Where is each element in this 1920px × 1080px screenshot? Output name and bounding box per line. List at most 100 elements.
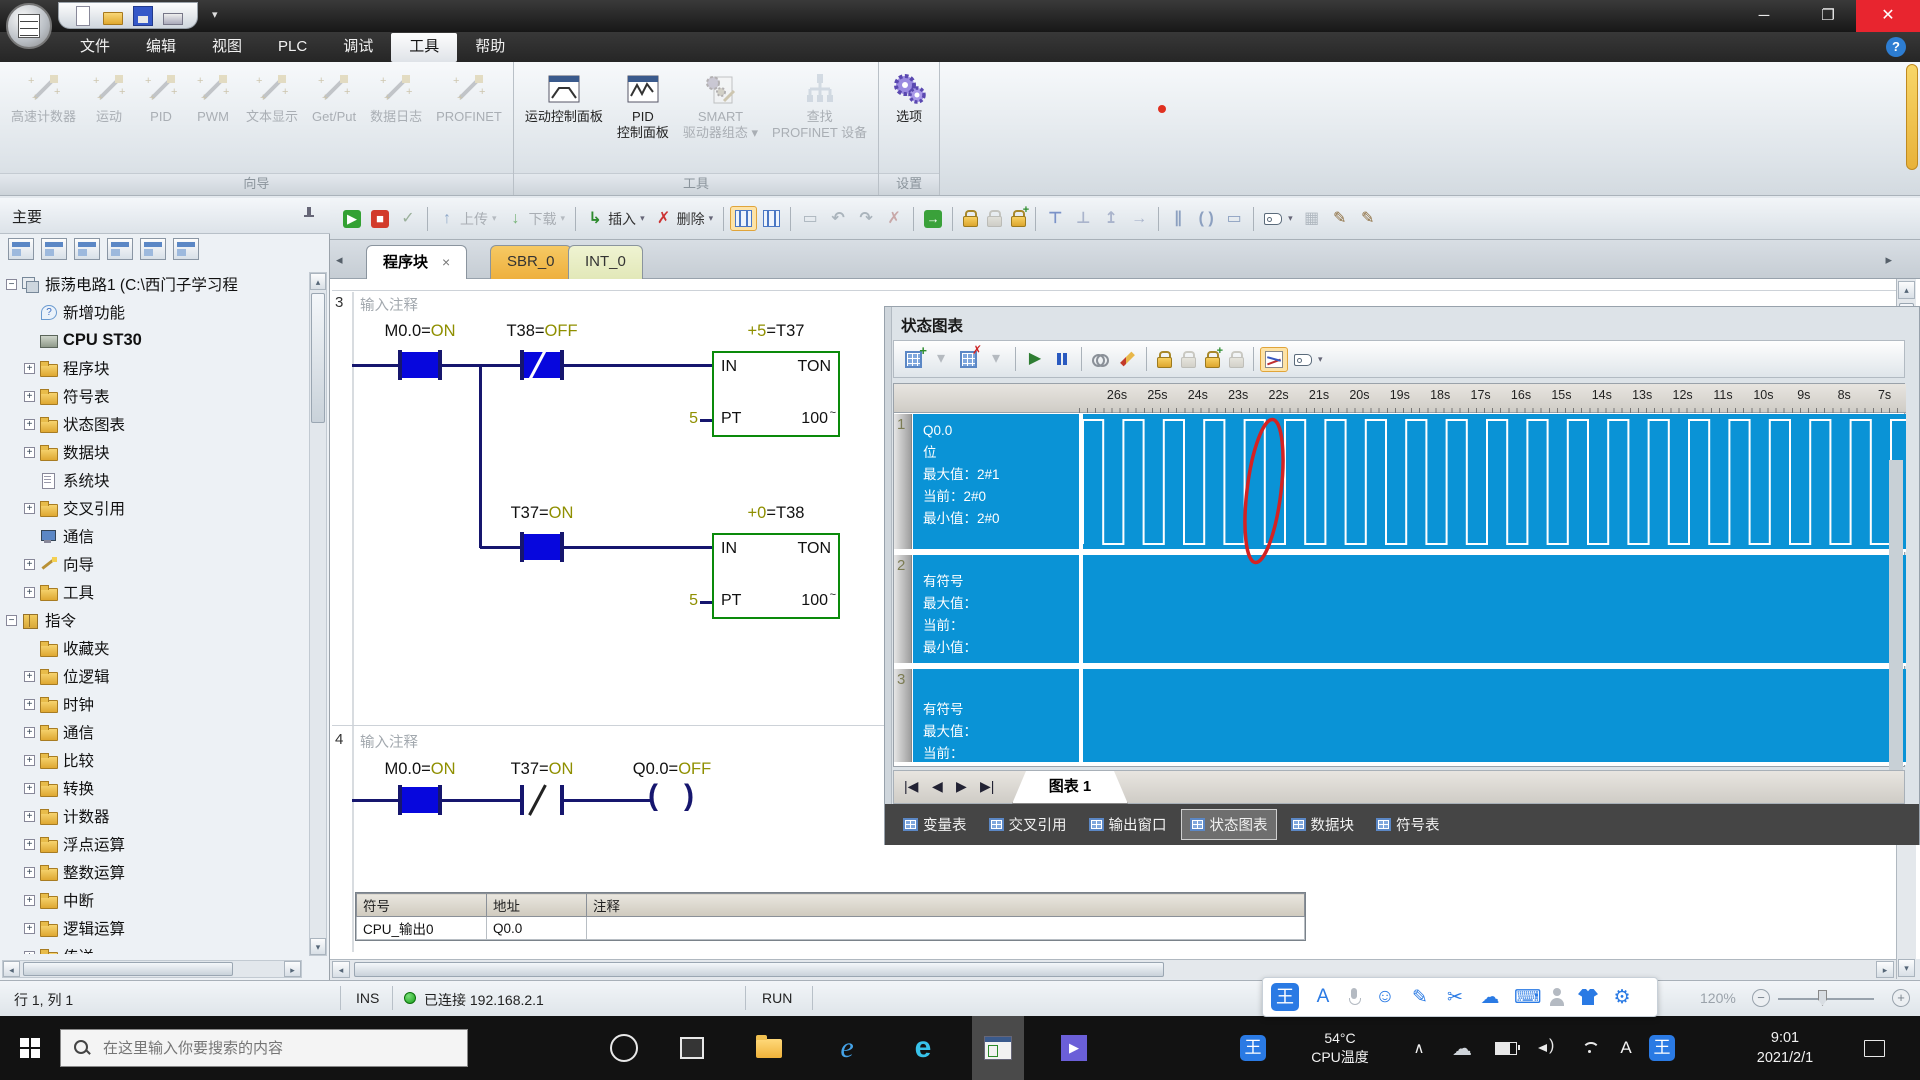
dock-tab-变量表[interactable]: 变量表 xyxy=(895,810,975,839)
save-icon[interactable] xyxy=(133,6,153,26)
menu-item-帮助[interactable]: 帮助 xyxy=(457,32,523,62)
tray-cloud-icon[interactable]: ☁ xyxy=(1444,1016,1480,1080)
addressing-tag-button[interactable]: ▾ xyxy=(1290,348,1327,371)
trend-view-button[interactable] xyxy=(1260,347,1288,372)
tree-item-中断[interactable]: +中断 xyxy=(0,886,308,914)
task-view-button[interactable] xyxy=(668,1016,716,1080)
force-button[interactable] xyxy=(959,207,981,230)
scroll-up-icon[interactable]: ▴ xyxy=(1898,281,1915,299)
tray-ime-mode-icon[interactable]: A xyxy=(1610,1016,1642,1080)
ime-logo-icon[interactable]: 王 xyxy=(1271,983,1299,1011)
scroll-thumb[interactable] xyxy=(311,293,325,423)
quick-access-caret-icon[interactable]: ▾ xyxy=(212,8,218,21)
taskbar-clock[interactable]: 9:01 2021/2/1 xyxy=(1730,1016,1840,1080)
scroll-down-icon[interactable]: ▾ xyxy=(1898,959,1915,977)
dock-tab-输出窗口[interactable]: 输出窗口 xyxy=(1081,810,1175,839)
run-button[interactable]: ▶ xyxy=(339,207,365,231)
tabs-scroll-right-icon[interactable]: ▸ xyxy=(1885,252,1892,268)
row-operand-cell[interactable]: 有符号最大值：当前：最小值： xyxy=(913,555,1079,663)
start-button[interactable] xyxy=(0,1016,60,1080)
dock-tab-数据块[interactable]: 数据块 xyxy=(1283,810,1363,839)
expander-plus-icon[interactable]: + xyxy=(24,671,35,682)
chart-row-1[interactable]: 1Q0.0位最大值：2#1当前：2#0最小值：2#0 xyxy=(894,414,1906,552)
open-file-icon[interactable] xyxy=(103,12,123,25)
panel-splitter[interactable] xyxy=(885,307,892,844)
tree-item-CPU ST30[interactable]: CPU ST30 xyxy=(0,326,308,354)
pin-icon[interactable] xyxy=(302,207,316,221)
help-icon[interactable]: ? xyxy=(1886,37,1906,57)
force-add-value-button[interactable]: + xyxy=(1201,348,1223,371)
action-center-icon[interactable] xyxy=(1852,1016,1896,1080)
view-split-icon[interactable] xyxy=(140,238,166,260)
tree-item-计数器[interactable]: +计数器 xyxy=(0,802,308,830)
force-value-button[interactable] xyxy=(1153,348,1175,371)
ime-font-icon[interactable]: A xyxy=(1312,986,1334,1008)
symbol-col-注释[interactable]: 注释 xyxy=(587,894,1305,917)
new-file-icon[interactable] xyxy=(76,6,90,26)
movies-tv-icon[interactable]: ▶ xyxy=(1048,1016,1100,1080)
menu-item-文件[interactable]: 文件 xyxy=(62,32,128,62)
ribbon-options-button[interactable]: 选项 xyxy=(883,66,935,127)
menu-item-工具[interactable]: 工具 xyxy=(391,33,457,62)
view-monitor-icon[interactable] xyxy=(173,238,199,260)
expander-plus-icon[interactable]: + xyxy=(24,755,35,766)
pou-ladder-view-alt-button[interactable] xyxy=(759,207,784,230)
tab-int0[interactable]: INT_0 xyxy=(568,245,643,279)
force-add-button[interactable]: + xyxy=(1007,207,1029,230)
next-chart-icon[interactable]: ▶ xyxy=(956,778,967,795)
minimize-button[interactable]: ─ xyxy=(1736,0,1792,32)
scroll-left-icon[interactable]: ◂ xyxy=(332,961,350,978)
editor-horizontal-scrollbar[interactable]: ◂ ▸ xyxy=(330,959,1896,979)
scroll-left-icon[interactable]: ◂ xyxy=(3,961,20,977)
scroll-up-icon[interactable]: ▴ xyxy=(310,273,326,290)
ime-account-icon[interactable] xyxy=(1549,987,1565,1007)
dock-tab-状态图表[interactable]: 状态图表 xyxy=(1181,809,1277,840)
delete-button[interactable]: ✗删除▾ xyxy=(651,206,718,232)
restore-button[interactable]: ❐ xyxy=(1800,0,1856,32)
prev-chart-icon[interactable]: ◀ xyxy=(932,778,943,795)
ime-emoji-icon[interactable]: ☺ xyxy=(1374,986,1396,1008)
row-trend-cell[interactable] xyxy=(1081,555,1906,663)
unforce-all-button[interactable] xyxy=(1225,348,1247,371)
tree-item-指令[interactable]: −指令 xyxy=(0,606,308,634)
view-overview-icon[interactable] xyxy=(8,238,34,260)
menu-item-PLC[interactable]: PLC xyxy=(260,32,325,62)
expander-plus-icon[interactable]: + xyxy=(24,559,35,570)
zoom-slider-handle[interactable] xyxy=(1818,990,1827,1006)
tree-item-转换[interactable]: +转换 xyxy=(0,774,308,802)
tray-battery-icon[interactable] xyxy=(1488,1016,1524,1080)
ime-cloud-icon[interactable]: ☁ xyxy=(1479,986,1501,1009)
tree-item-新增功能[interactable]: 新增功能 xyxy=(0,298,308,326)
tree-item-工具[interactable]: +工具 xyxy=(0,578,308,606)
ime-skin-icon[interactable] xyxy=(1578,989,1598,1005)
scroll-thumb[interactable] xyxy=(354,962,1164,977)
view-blocks-icon[interactable] xyxy=(74,238,100,260)
unforce-value-button[interactable] xyxy=(1177,348,1199,371)
tree-item-符号表[interactable]: +符号表 xyxy=(0,382,308,410)
expander-plus-icon[interactable]: + xyxy=(24,867,35,878)
expander-plus-icon[interactable]: + xyxy=(24,895,35,906)
tree-item-交叉引用[interactable]: +交叉引用 xyxy=(0,494,308,522)
tree-item-状态图表[interactable]: +状态图表 xyxy=(0,410,308,438)
edit-addresses-button[interactable]: ✎ xyxy=(1355,207,1381,231)
tree-horizontal-scrollbar[interactable]: ◂ ▸ xyxy=(2,960,302,978)
ribbon-scrollbar[interactable] xyxy=(1906,64,1918,170)
close-tab-icon[interactable]: × xyxy=(442,254,450,270)
expander-plus-icon[interactable]: + xyxy=(24,419,35,430)
symbol-col-符号[interactable]: 符号 xyxy=(357,894,487,917)
tray-ime-logo-icon[interactable]: 王 xyxy=(1644,1016,1680,1080)
program-status-button[interactable]: → xyxy=(920,207,946,231)
dock-tab-符号表[interactable]: 符号表 xyxy=(1368,810,1448,839)
tabs-scroll-left-icon[interactable]: ◂ xyxy=(336,252,343,268)
tree-item-向导[interactable]: +向导 xyxy=(0,550,308,578)
edge-icon[interactable]: e xyxy=(898,1016,948,1080)
tray-ime-icon[interactable]: 王 xyxy=(1236,1016,1270,1080)
write-values-button[interactable] xyxy=(1115,348,1140,370)
symbol-table[interactable]: 符号地址注释CPU_输出0Q0.0 xyxy=(355,892,1306,941)
edit-symbols-button[interactable]: ✎ xyxy=(1327,207,1353,231)
symbol-row[interactable]: CPU_输出0Q0.0 xyxy=(357,917,1305,940)
ime-keyboard-icon[interactable]: ⌨ xyxy=(1514,986,1536,1009)
expander-plus-icon[interactable]: + xyxy=(24,391,35,402)
expander-plus-icon[interactable]: + xyxy=(24,811,35,822)
tab-program-block[interactable]: 程序块× xyxy=(366,245,467,279)
